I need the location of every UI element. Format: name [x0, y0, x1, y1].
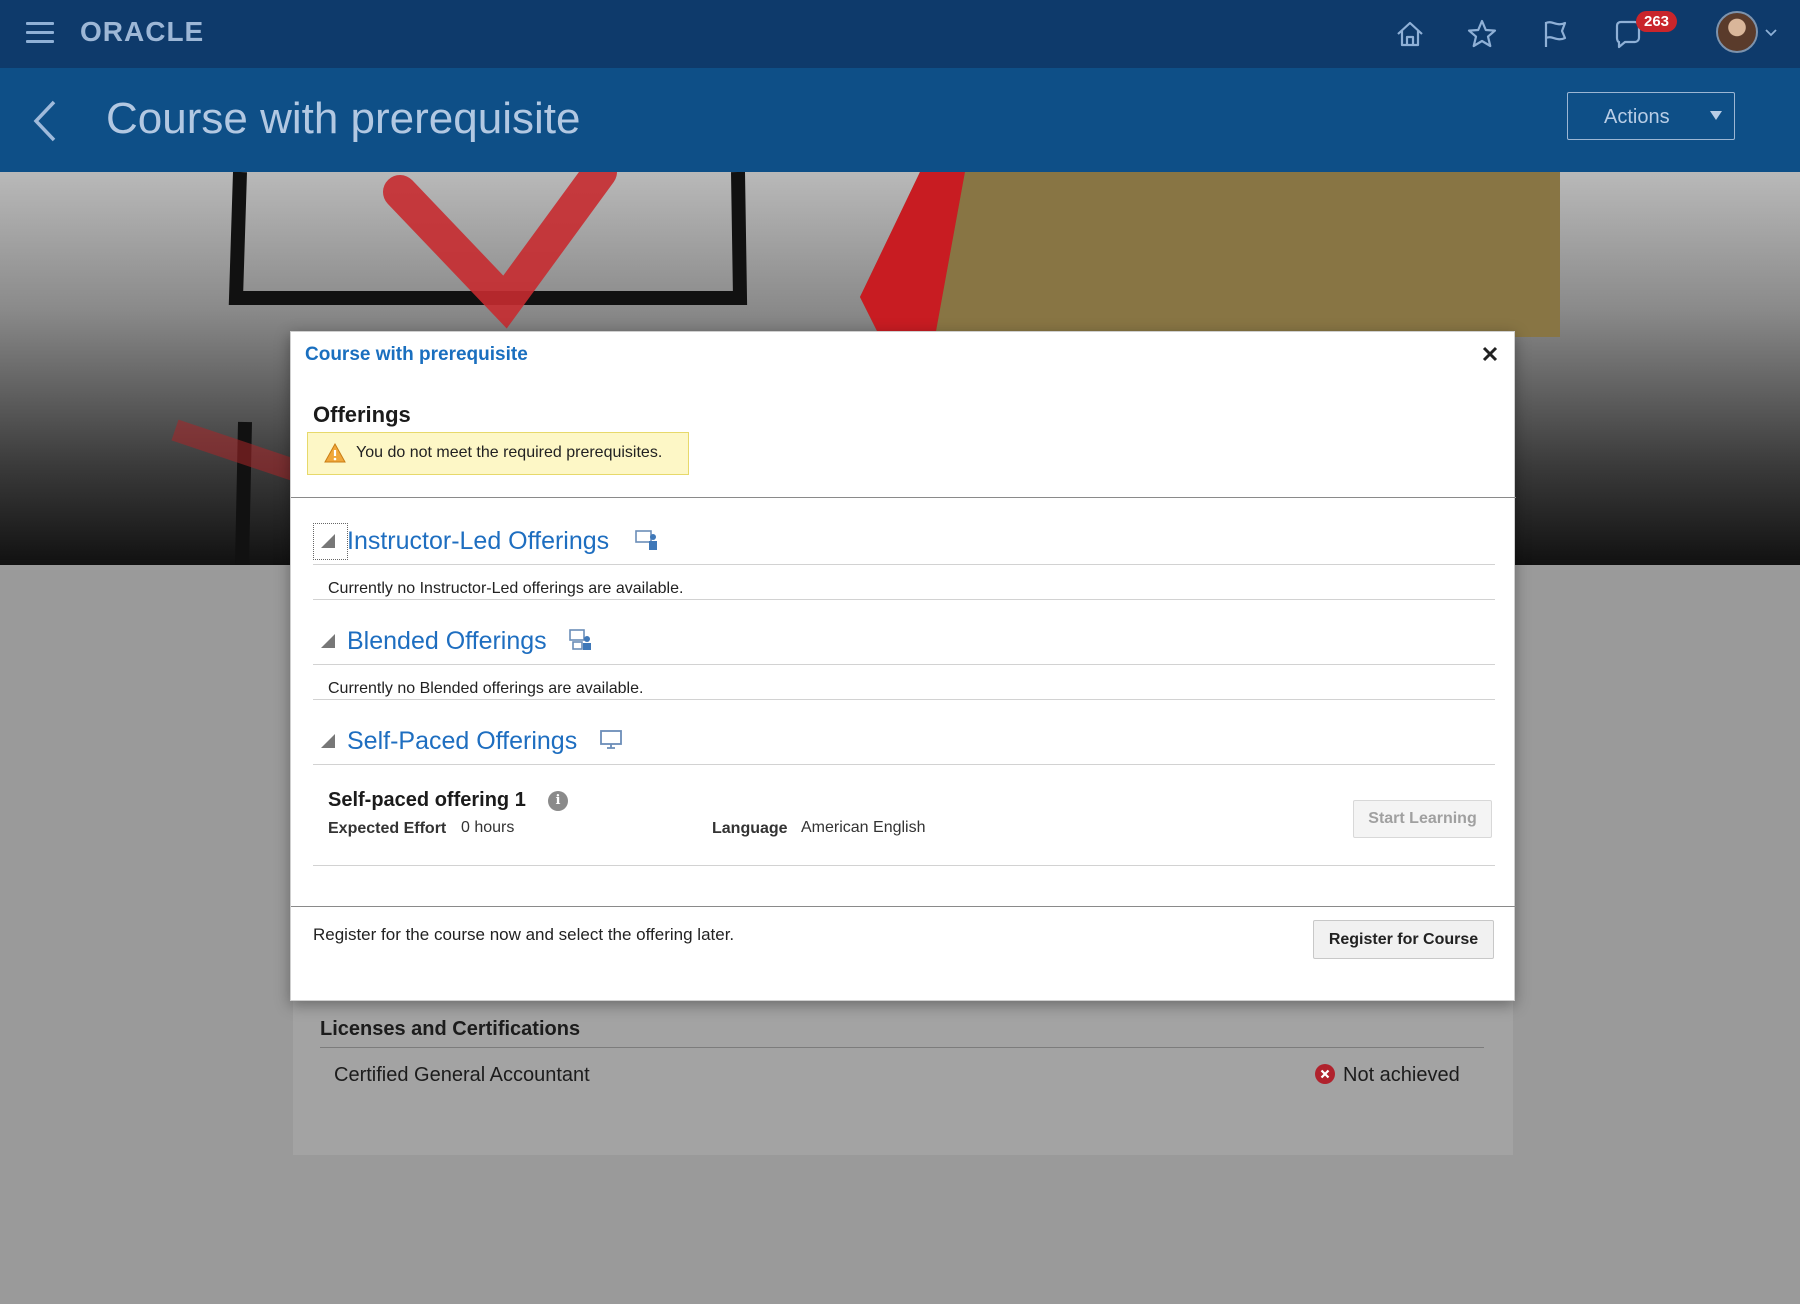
language-value: American English [801, 819, 926, 836]
info-icon[interactable]: i [548, 791, 568, 811]
offerings-dialog: Course with prerequisite Offerings You d… [290, 331, 1516, 1001]
collapse-triangle-icon[interactable] [321, 734, 335, 748]
licenses-divider [320, 1047, 1484, 1048]
instructor-led-empty-message: Currently no Instructor-Led offerings ar… [328, 580, 684, 597]
certification-status: Not achieved [1343, 1064, 1460, 1086]
register-hint: Register for the course now and select t… [313, 925, 735, 944]
actions-label: Actions [1604, 106, 1670, 128]
instructor-led-icon [635, 529, 659, 551]
blended-section-title[interactable]: Blended Offerings [347, 627, 547, 656]
page-title: Course with prerequisite [106, 94, 581, 143]
chevron-down-icon[interactable] [1764, 26, 1778, 40]
divider [291, 906, 1516, 907]
licenses-heading: Licenses and Certifications [320, 1018, 581, 1040]
collapse-triangle-icon[interactable] [321, 634, 335, 648]
certification-name: Certified General Accountant [334, 1064, 590, 1086]
expected-effort-label: Expected Effort [328, 820, 447, 837]
language-label: Language [712, 820, 788, 837]
global-header: ORACLE 263 [0, 0, 1800, 68]
offering-divider [313, 865, 1495, 866]
section-divider [313, 764, 1495, 765]
start-learning-button[interactable]: Start Learning [1353, 800, 1492, 838]
caret-down-icon [1710, 111, 1722, 120]
collapse-triangle-icon[interactable] [321, 534, 335, 548]
offering-name[interactable]: Self-paced offering 1 [328, 789, 526, 812]
self-paced-section-title[interactable]: Self-Paced Offerings [347, 727, 577, 756]
page-title-bar: Course with prerequisite Actions [0, 68, 1800, 172]
computer-icon [599, 729, 623, 751]
actions-menu-button[interactable]: Actions [1567, 92, 1735, 140]
offerings-heading: Offerings [313, 402, 411, 427]
divider [291, 497, 1516, 498]
expected-effort-value: 0 hours [461, 819, 515, 836]
home-icon[interactable] [1390, 14, 1430, 54]
blended-icon [569, 629, 593, 651]
warning-icon [324, 442, 346, 463]
avatar[interactable] [1716, 11, 1758, 53]
menu-icon[interactable] [26, 22, 54, 44]
section-divider [313, 564, 1495, 565]
dialog-title: Course with prerequisite [305, 344, 528, 365]
flag-icon[interactable] [1535, 14, 1575, 54]
oracle-logo: ORACLE [80, 16, 205, 47]
section-divider [313, 664, 1495, 665]
section-divider [313, 599, 1495, 600]
instructor-led-section-title[interactable]: Instructor-Led Offerings [347, 527, 609, 556]
warning-text: You do not meet the required prerequisit… [356, 444, 663, 461]
blended-empty-message: Currently no Blended offerings are avail… [328, 680, 644, 697]
prerequisite-warning: You do not meet the required prerequisit… [307, 432, 689, 475]
notification-count-badge: 263 [1636, 11, 1678, 32]
star-icon[interactable] [1462, 14, 1502, 54]
error-x-icon [1315, 1064, 1335, 1084]
register-for-course-button[interactable]: Register for Course [1313, 920, 1494, 959]
back-chevron-icon[interactable] [30, 98, 60, 144]
section-divider [313, 699, 1495, 700]
close-icon[interactable] [1481, 345, 1499, 363]
